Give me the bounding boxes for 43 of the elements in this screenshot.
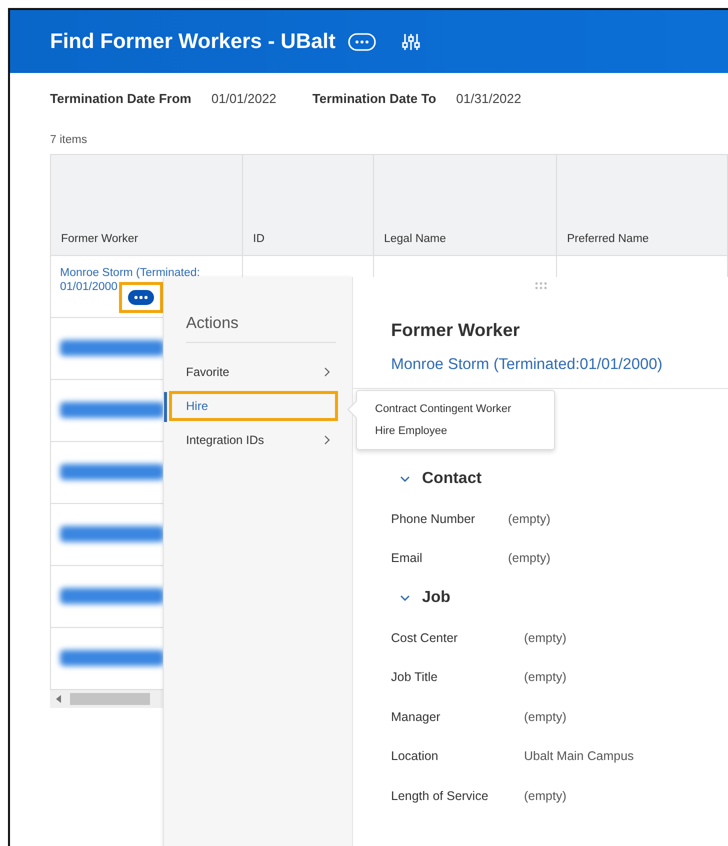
worker-link[interactable]: Monroe Storm (Terminated:01/01/2000	[60, 266, 202, 294]
menu-item[interactable]: Hire	[169, 391, 338, 421]
sliders-icon[interactable]	[402, 32, 420, 50]
field-label: Location	[391, 749, 440, 764]
drag-handle-icon[interactable]	[534, 282, 546, 290]
chevron-down-icon[interactable]	[400, 476, 410, 482]
more-button[interactable]	[128, 290, 154, 305]
menu-title: Actions	[186, 315, 336, 343]
column-header[interactable]: Preferred Name	[557, 155, 728, 256]
field-value: (empty)	[508, 512, 550, 526]
section-title: Job	[422, 589, 450, 607]
field-value: (empty)	[524, 670, 566, 684]
panel-title: Former Worker	[391, 320, 521, 341]
field-value: Ubalt Main Campus	[524, 749, 634, 764]
menu-item[interactable]: Integration IDs	[169, 425, 338, 455]
field-value: (empty)	[524, 788, 566, 803]
field-label: Email	[391, 551, 424, 566]
column-header[interactable]: Legal Name	[374, 155, 557, 256]
field-label: Length of Service	[391, 788, 490, 803]
field-value: (empty)	[508, 551, 550, 566]
field-value: (empty)	[524, 710, 566, 724]
field-label: Job Title	[391, 670, 439, 684]
scrollbar[interactable]	[50, 690, 163, 708]
filter-value: 01/01/2022	[211, 91, 276, 106]
submenu-item[interactable]: Contract Contingent Worker	[375, 403, 512, 415]
field-label: Manager	[391, 710, 442, 724]
filter-label: Termination Date To	[312, 91, 436, 106]
filter-label: Termination Date From	[50, 91, 192, 106]
more-icon[interactable]	[348, 32, 376, 50]
chevron-down-icon[interactable]	[400, 594, 410, 602]
field-label: Phone Number	[391, 512, 476, 526]
filter-value: 01/31/2022	[456, 91, 522, 106]
submenu-item[interactable]: Hire Employee	[375, 425, 448, 437]
menu-item[interactable]: Favorite	[169, 357, 338, 387]
column-header[interactable]: ID	[243, 155, 374, 256]
scroll-left-icon[interactable]	[56, 695, 62, 703]
worker-link[interactable]: Monroe Storm (Terminated:01/01/2000)	[391, 356, 662, 374]
field-label: Cost Center	[391, 630, 459, 645]
column-header[interactable]: Former Worker	[51, 155, 243, 256]
field-value: (empty)	[524, 630, 566, 645]
item-count: 7 items	[50, 134, 88, 146]
page-title: Find Former Workers - UBalt	[50, 30, 336, 54]
section-title: Contact	[422, 470, 482, 488]
